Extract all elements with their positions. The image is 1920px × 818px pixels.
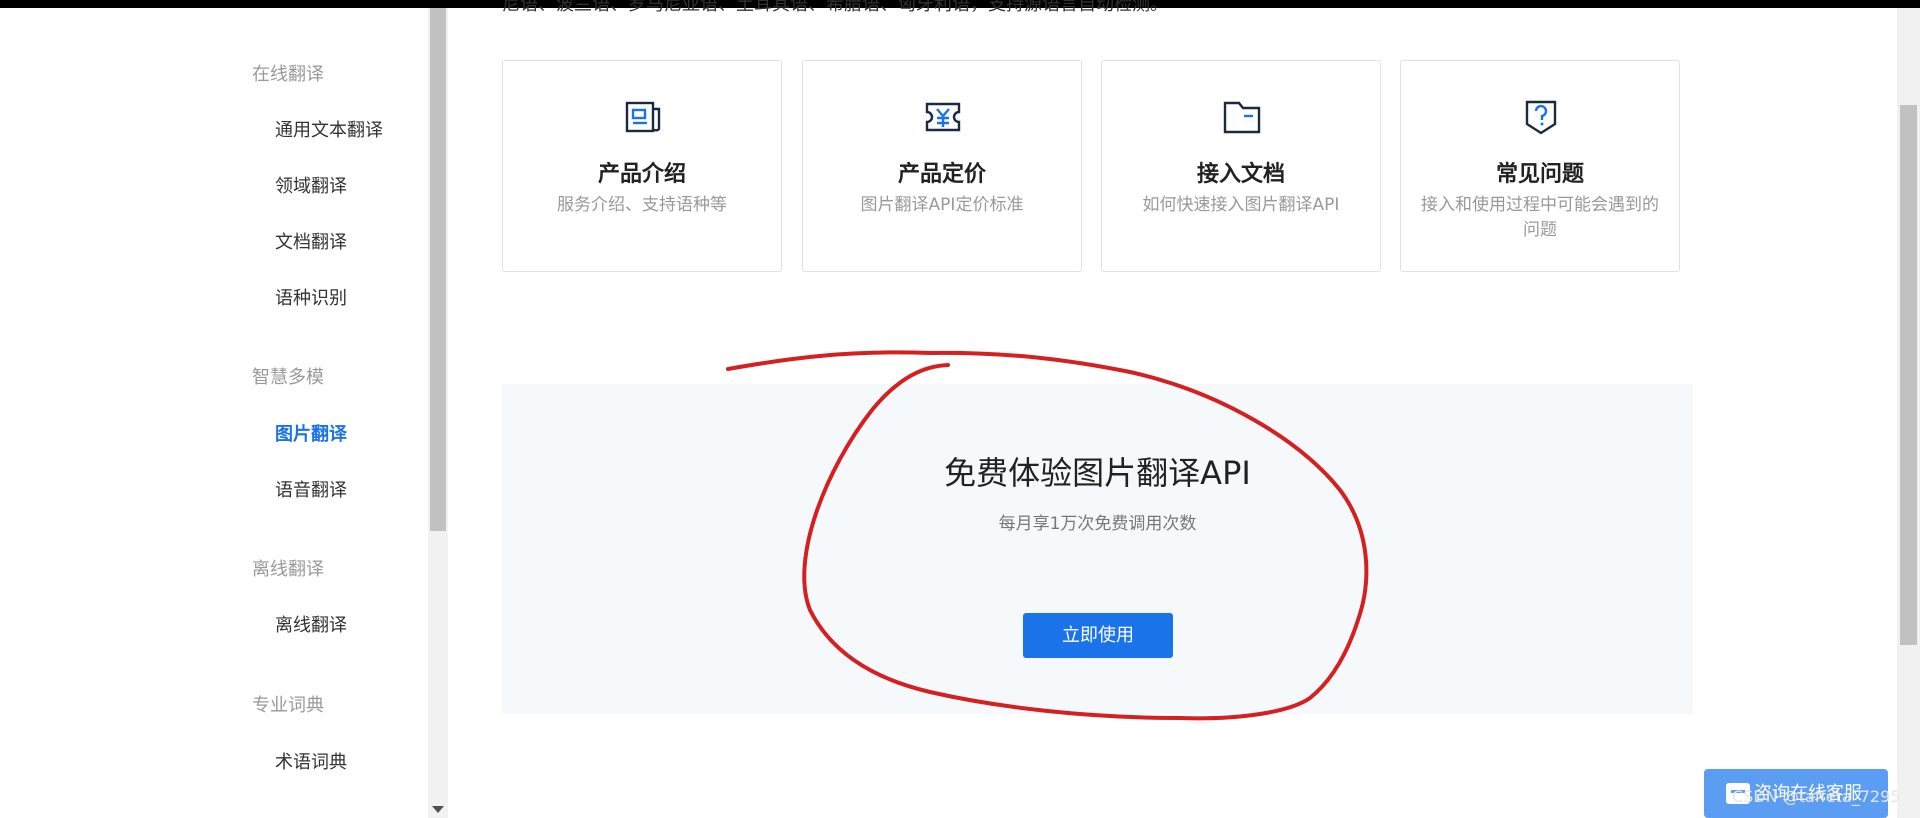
sidebar-item-speech[interactable]: 语音翻译 xyxy=(275,476,347,502)
card-title: 产品定价 xyxy=(897,162,986,187)
sidebar-group-online: 在线翻译 xyxy=(252,64,324,85)
use-now-button[interactable]: 立即使用 xyxy=(1023,613,1173,658)
card-faq[interactable]: 常见问题 接入和使用过程中可能会遇到的问题 xyxy=(1400,60,1680,272)
csdn-watermark: CSDN @taffeta_7295 xyxy=(1732,787,1901,806)
folder-icon xyxy=(1223,101,1261,134)
sidebar-group-multimodal: 智慧多模 xyxy=(252,367,324,388)
sidebar-item-domain[interactable]: 领域翻译 xyxy=(275,172,347,198)
promo-title: 免费体验图片翻译API xyxy=(944,454,1251,492)
card-product-intro[interactable]: 产品介绍 服务介绍、支持语种等 xyxy=(502,60,782,272)
card-product-pricing[interactable]: 产品定价 图片翻译API定价标准 xyxy=(802,60,1082,272)
yuan-ticket-icon xyxy=(925,102,961,132)
card-description: 如何快速接入图片翻译API xyxy=(1142,195,1340,215)
card-title: 接入文档 xyxy=(1196,162,1285,187)
card-title: 常见问题 xyxy=(1495,162,1584,187)
card-title: 产品介绍 xyxy=(597,162,686,187)
sidebar-scroll-down-arrow[interactable] xyxy=(432,806,444,813)
card-access-docs[interactable]: 接入文档 如何快速接入图片翻译API xyxy=(1101,60,1381,272)
sidebar-item-image-translate[interactable]: 图片翻译 xyxy=(275,420,347,446)
question-shield-icon xyxy=(1525,100,1557,135)
card-description: 服务介绍、支持语种等 xyxy=(557,195,727,215)
sidebar-item-offline[interactable]: 离线翻译 xyxy=(275,611,347,637)
promo-subtitle: 每月享1万次免费调用次数 xyxy=(998,514,1197,534)
free-trial-banner: 免费体验图片翻译API 每月享1万次免费调用次数 立即使用 xyxy=(502,384,1693,714)
sidebar-scrollbar-thumb[interactable] xyxy=(430,8,446,531)
sidebar-item-document[interactable]: 文档翻译 xyxy=(275,228,347,254)
sidebar-group-offline: 离线翻译 xyxy=(252,559,324,580)
page-scrollbar-thumb[interactable] xyxy=(1900,105,1917,645)
card-description: 接入和使用过程中可能会遇到的问题 xyxy=(1421,195,1659,240)
sidebar-item-terminology[interactable]: 术语词典 xyxy=(275,748,347,774)
sidebar: 在线翻译 通用文本翻译 领域翻译 文档翻译 语种识别 智慧多模 图片翻译 语音翻… xyxy=(0,8,428,818)
sidebar-item-general-text[interactable]: 通用文本翻译 xyxy=(275,116,383,142)
document-icon xyxy=(625,101,661,133)
card-description: 图片翻译API定价标准 xyxy=(860,195,1024,215)
sidebar-group-dictionary: 专业词典 xyxy=(252,695,324,716)
language-support-text: 尼语、波兰语、罗马尼亚语、土耳其语、希腊语、匈牙利语，支持源语言自动检测。 xyxy=(502,0,1168,15)
sidebar-item-language-detect[interactable]: 语种识别 xyxy=(275,284,347,310)
